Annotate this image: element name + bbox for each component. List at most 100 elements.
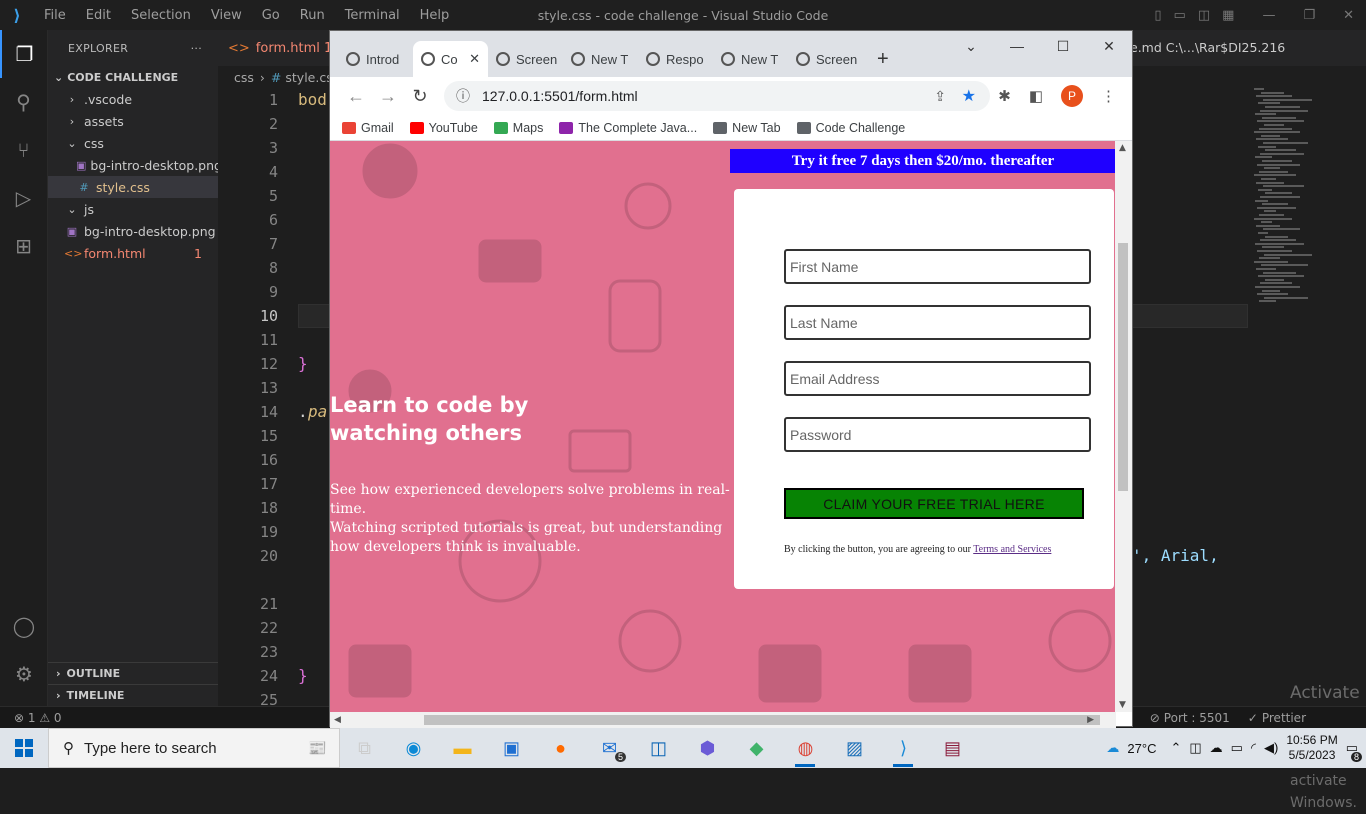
live-server-port[interactable]: Port : 5501: [1164, 711, 1230, 725]
new-tab-button[interactable]: +: [863, 41, 903, 77]
close-icon[interactable]: ✕: [1343, 8, 1354, 23]
browser-tab[interactable]: Introd: [338, 41, 413, 77]
layout-split-icon[interactable]: ◫: [1198, 8, 1210, 23]
scroll-down-icon[interactable]: ▼: [1119, 700, 1126, 710]
file-explorer-icon[interactable]: ▬: [438, 728, 487, 768]
menu-help[interactable]: Help: [420, 8, 450, 23]
search-icon[interactable]: ⚲: [0, 78, 47, 126]
vscode-taskbar-icon[interactable]: ⟩: [879, 728, 928, 768]
explorer-icon[interactable]: ❐: [0, 30, 47, 78]
reload-icon[interactable]: ↻: [404, 86, 436, 107]
scroll-up-icon[interactable]: ▲: [1119, 143, 1126, 153]
bookmark-item[interactable]: YouTube: [409, 121, 478, 135]
extensions-icon[interactable]: ✱: [998, 87, 1011, 105]
more-actions-icon[interactable]: ···: [191, 42, 202, 55]
tree-item[interactable]: <> form.html 1: [48, 242, 218, 264]
microsoft-store-icon[interactable]: ▣: [487, 728, 536, 768]
tree-item[interactable]: ⌄ css: [48, 132, 218, 154]
minimap[interactable]: [1254, 88, 1354, 318]
share-icon[interactable]: ⇪: [934, 88, 946, 105]
bookmark-item[interactable]: Code Challenge: [796, 121, 905, 135]
taskbar-clock[interactable]: 10:56 PM 5/5/2023: [1286, 733, 1337, 763]
bookmark-item[interactable]: Gmail: [342, 121, 394, 135]
menu-run[interactable]: Run: [300, 8, 325, 23]
breadcrumb-folder[interactable]: css: [234, 70, 254, 85]
browser-tab[interactable]: New T: [713, 41, 788, 77]
claim-trial-button[interactable]: CLAIM YOUR FREE TRIAL HERE: [784, 488, 1084, 519]
menu-go[interactable]: Go: [262, 8, 280, 23]
tab-search-icon[interactable]: ⌄: [948, 38, 994, 55]
temperature[interactable]: 27°C: [1127, 741, 1156, 756]
tree-item[interactable]: ▣ bg-intro-desktop.png: [48, 154, 222, 176]
vertical-scrollbar[interactable]: ▲ ▼: [1115, 141, 1132, 712]
menu-edit[interactable]: Edit: [86, 8, 111, 23]
tree-item[interactable]: ⌄ js: [48, 198, 218, 220]
minimize-icon[interactable]: —: [994, 38, 1040, 54]
info-icon[interactable]: ⓘ: [456, 86, 470, 106]
project-root[interactable]: ⌄ CODE CHALLENGE: [48, 66, 218, 88]
profile-avatar[interactable]: P: [1061, 85, 1083, 107]
account-icon[interactable]: ◯: [0, 602, 48, 650]
vertical-scroll-thumb[interactable]: [1118, 243, 1128, 491]
first-name-input[interactable]: [784, 249, 1091, 284]
customize-layout-icon[interactable]: ▦: [1222, 8, 1234, 23]
battery-icon[interactable]: ▭: [1231, 740, 1243, 756]
restore-icon[interactable]: ❐: [1303, 8, 1315, 23]
breadcrumb-file[interactable]: style.cs: [285, 70, 332, 85]
prettier-status[interactable]: Prettier: [1262, 711, 1306, 725]
webcam-icon[interactable]: ◫: [1189, 740, 1201, 756]
mail-icon[interactable]: ✉ 5: [585, 728, 634, 768]
layout-panel-icon[interactable]: ▭: [1174, 8, 1186, 23]
bookmark-item[interactable]: The Complete Java...: [559, 121, 697, 135]
back-icon[interactable]: ←: [340, 86, 372, 107]
last-name-input[interactable]: [784, 305, 1091, 340]
run-debug-icon[interactable]: ▷: [0, 174, 47, 222]
browser-tab[interactable]: Respo: [638, 41, 713, 77]
menu-file[interactable]: File: [44, 8, 66, 23]
onedrive-icon[interactable]: ☁: [1210, 740, 1223, 756]
bookmark-item[interactable]: Maps: [493, 121, 543, 135]
gear-icon[interactable]: ⚙: [0, 650, 48, 698]
notification-icon[interactable]: ▭ 8: [1346, 740, 1362, 762]
maximize-icon[interactable]: ☐: [1040, 38, 1086, 55]
editor-tab-form-html[interactable]: <> form.html 1: [218, 30, 342, 66]
close-tab-icon[interactable]: ✕: [469, 51, 480, 67]
bookmark-item[interactable]: New Tab: [713, 121, 781, 135]
horizontal-scrollbar[interactable]: ◀ ▶: [330, 712, 1116, 728]
close-icon[interactable]: ✕: [1086, 38, 1132, 55]
forward-icon[interactable]: →: [372, 86, 404, 107]
tree-item[interactable]: › assets: [48, 110, 218, 132]
tree-item[interactable]: # style.css: [48, 176, 218, 198]
menu-view[interactable]: View: [211, 8, 242, 23]
browser-tab[interactable]: New T: [563, 41, 638, 77]
tree-item[interactable]: ▣ bg-intro-desktop.png: [48, 220, 218, 242]
source-control-icon[interactable]: ⑂: [0, 126, 47, 174]
taskbar-search-box[interactable]: ⚲ Type here to search 📰: [48, 728, 340, 768]
task-view-icon[interactable]: ⧉: [340, 728, 389, 768]
chrome-icon[interactable]: ◍: [781, 728, 830, 768]
outline-section[interactable]: › OUTLINE: [48, 662, 218, 684]
browser-tab[interactable]: Co ✕: [413, 41, 488, 77]
weather-icon[interactable]: ☁: [1106, 740, 1119, 756]
firefox-icon[interactable]: ●: [536, 728, 585, 768]
windows-start-icon[interactable]: [0, 739, 48, 757]
git-kraken-icon[interactable]: ◆: [732, 728, 781, 768]
bookmark-star-icon[interactable]: ★: [962, 86, 976, 106]
tray-overflow-icon[interactable]: ⌃: [1170, 740, 1181, 756]
minimize-icon[interactable]: —: [1262, 8, 1275, 23]
menu-kebab-icon[interactable]: ⋮: [1101, 87, 1116, 105]
scroll-left-icon[interactable]: ◀: [334, 715, 341, 725]
layout-icon[interactable]: ▯: [1154, 8, 1161, 23]
winrar-icon[interactable]: ▤: [928, 728, 977, 768]
scroll-right-icon[interactable]: ▶: [1087, 715, 1094, 725]
menu-terminal[interactable]: Terminal: [345, 8, 400, 23]
terms-link[interactable]: Terms and Services: [973, 544, 1051, 555]
wifi-icon[interactable]: ◜: [1251, 740, 1256, 756]
tree-item[interactable]: › .vscode: [48, 88, 218, 110]
outlook-icon[interactable]: ◫: [634, 728, 683, 768]
side-panel-icon[interactable]: ◧: [1029, 87, 1043, 105]
browser-tab[interactable]: Screen: [788, 41, 863, 77]
edge-icon[interactable]: ◉: [389, 728, 438, 768]
extensions-icon[interactable]: ⊞: [0, 222, 47, 270]
address-bar[interactable]: ⓘ 127.0.0.1:5501/form.html ⇪ ★: [444, 81, 990, 111]
